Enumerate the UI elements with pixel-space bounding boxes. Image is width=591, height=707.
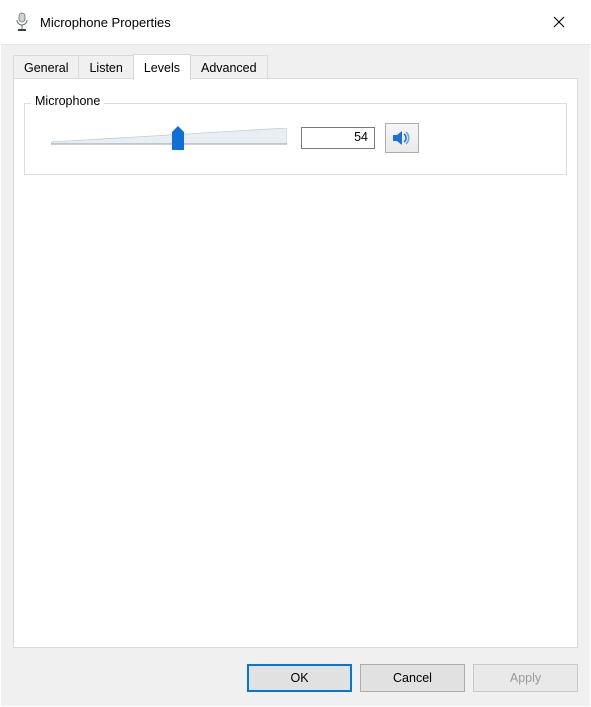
client-area: General Listen Levels Advanced Microphon…: [1, 44, 590, 706]
tab-advanced[interactable]: Advanced: [190, 55, 268, 79]
title-bar: Microphone Properties: [0, 0, 591, 44]
cancel-button[interactable]: Cancel: [360, 664, 465, 692]
level-row: 54: [51, 122, 554, 154]
button-label: Cancel: [393, 671, 432, 685]
tab-levels[interactable]: Levels: [133, 54, 191, 80]
microphone-icon: [14, 12, 30, 32]
tab-listen[interactable]: Listen: [78, 55, 133, 79]
ok-button[interactable]: OK: [247, 664, 352, 692]
tab-general[interactable]: General: [13, 55, 79, 79]
microphone-level-slider[interactable]: [51, 124, 287, 152]
tab-label: General: [24, 61, 68, 75]
tab-strip: General Listen Levels Advanced: [13, 54, 578, 79]
tab-label: Levels: [144, 61, 180, 75]
microphone-group: Microphone 54: [24, 103, 567, 175]
tab-page-levels: Microphone 54: [13, 78, 578, 648]
speaker-icon: [392, 129, 412, 147]
close-button[interactable]: [539, 7, 579, 37]
slider-thumb[interactable]: [172, 126, 184, 150]
tab-label: Listen: [89, 61, 122, 75]
tab-label: Advanced: [201, 61, 257, 75]
group-legend: Microphone: [31, 94, 104, 108]
apply-button: Apply: [473, 664, 578, 692]
button-label: Apply: [510, 671, 541, 685]
dialog-button-row: OK Cancel Apply: [247, 664, 578, 692]
slider-track-icon: [51, 128, 287, 146]
microphone-level-value[interactable]: 54: [301, 127, 375, 149]
window-title: Microphone Properties: [40, 15, 539, 30]
button-label: OK: [290, 671, 308, 685]
mute-button[interactable]: [385, 123, 419, 153]
